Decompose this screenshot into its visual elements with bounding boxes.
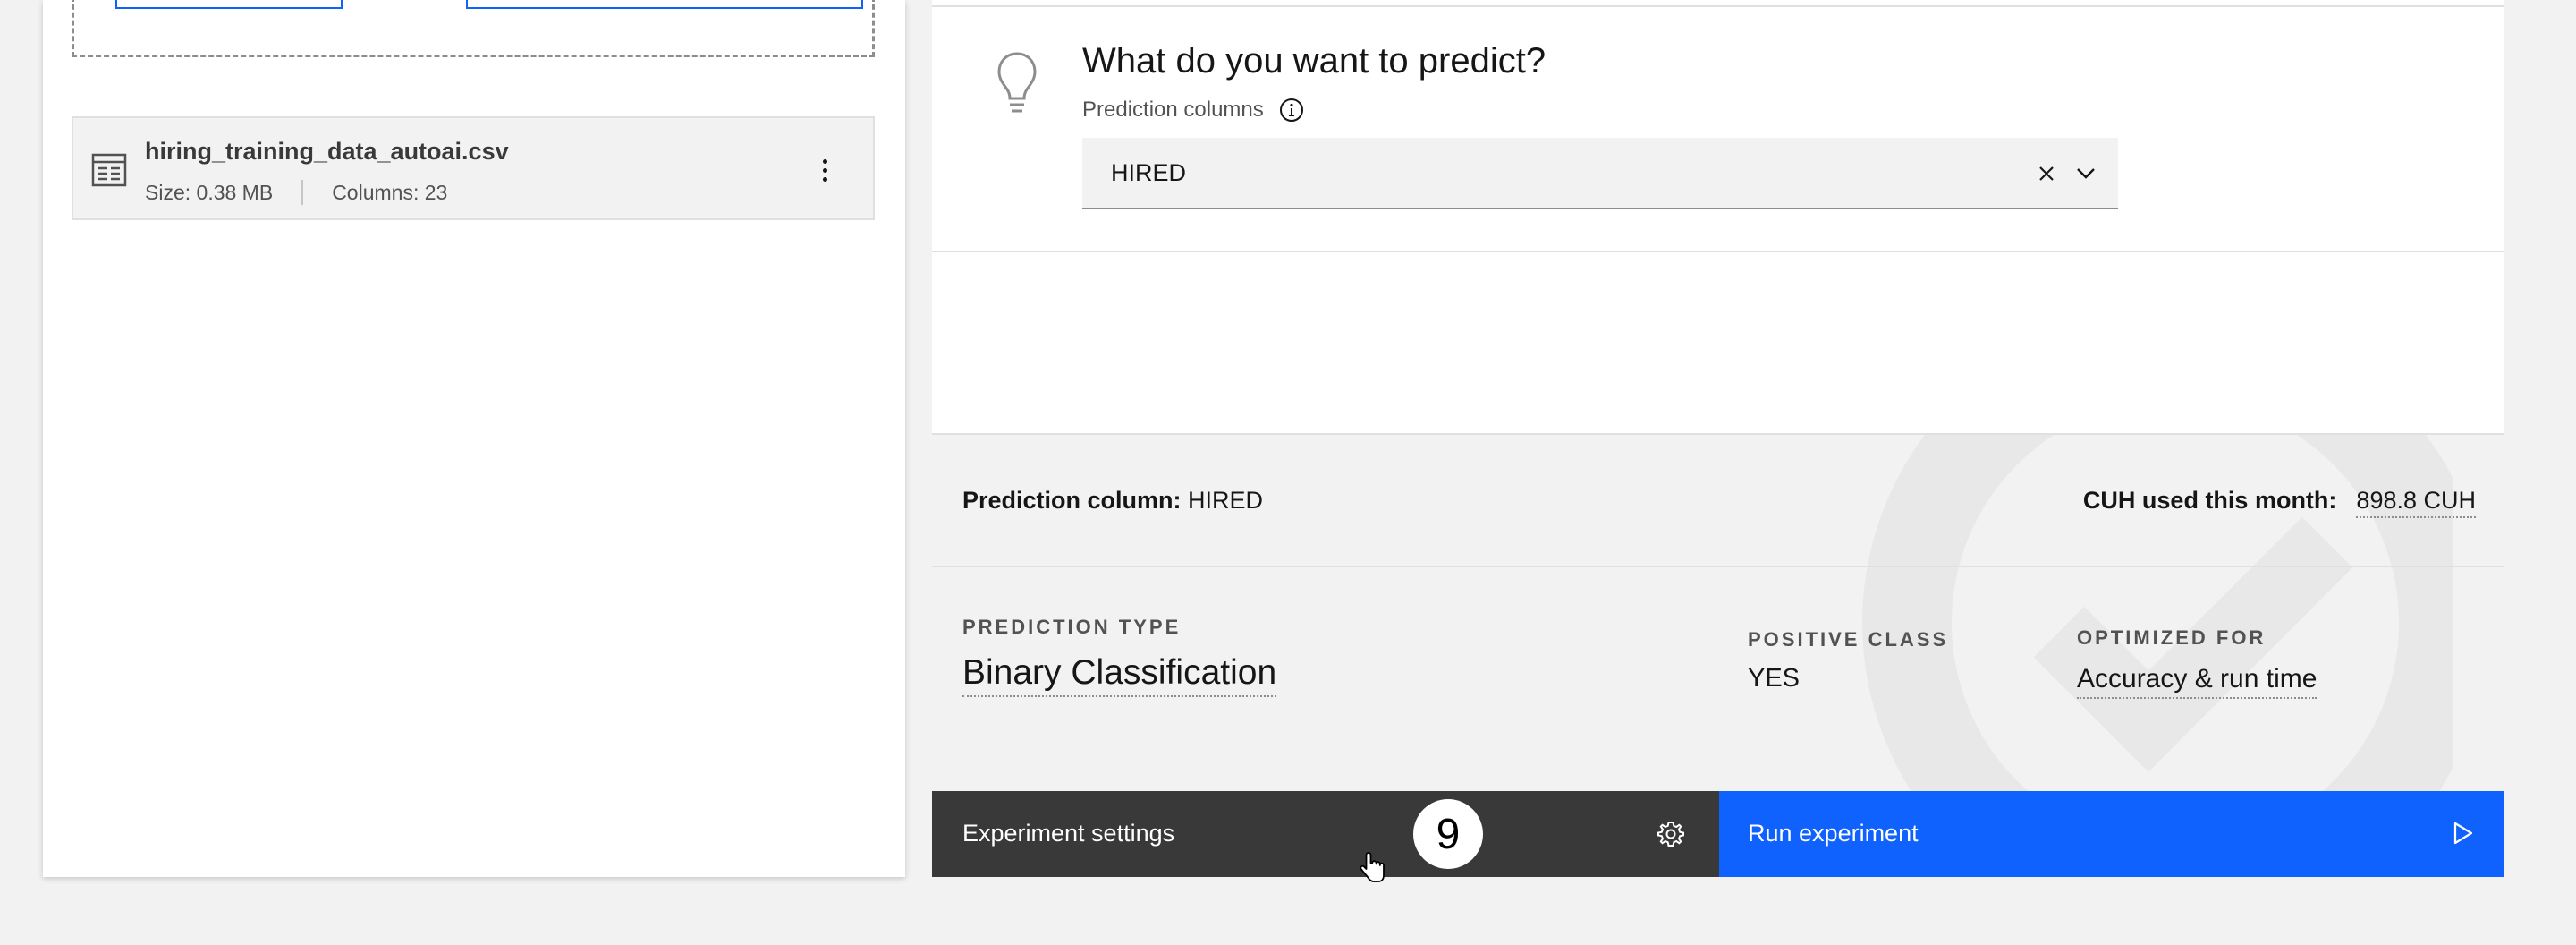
prediction-columns-label-row: Prediction columns (1082, 97, 1305, 123)
prediction-columns-label: Prediction columns (1082, 98, 1264, 122)
file-drop-zone[interactable] (72, 0, 875, 57)
experiment-settings-button[interactable]: Experiment settings (932, 791, 1719, 877)
summary-header-row: Prediction column: HIRED CUH used this m… (932, 435, 2504, 567)
browse-button[interactable] (115, 0, 343, 9)
cuh-value[interactable]: 898.8 CUH (2356, 487, 2476, 518)
prediction-section: What do you want to predict? Prediction … (932, 7, 2504, 252)
selected-column: HIRED (1111, 159, 1187, 186)
data-file-card[interactable]: hiring_training_data_autoai.csv Size: 0.… (72, 116, 875, 220)
prediction-column-value: HIRED (1188, 487, 1264, 514)
gear-icon (1657, 822, 1684, 847)
prediction-type-text: Binary Classification (962, 653, 1277, 697)
prediction-type-label: PREDICTION TYPE (962, 616, 1182, 638)
experiment-summary: Prediction column: HIRED CUH used this m… (932, 433, 2504, 791)
prediction-type-value[interactable]: Binary Classification (962, 653, 1277, 697)
table-icon (91, 153, 127, 187)
cuh-label: CUH used this month: (2082, 487, 2337, 514)
select-from-project-button[interactable] (466, 0, 863, 9)
close-icon[interactable] (2036, 163, 2057, 184)
positive-class-value: YES (1748, 664, 1801, 693)
overflow-menu-icon[interactable] (814, 154, 835, 186)
step-number-badge: 9 (1413, 799, 1483, 869)
app-root: hiring_training_data_autoai.csv Size: 0.… (0, 0, 2576, 945)
experiment-panel: What do you want to predict? Prediction … (932, 0, 2504, 877)
file-name: hiring_training_data_autoai.csv (145, 138, 509, 165)
pointer-cursor-icon (1360, 852, 1385, 882)
lightbulb-icon (997, 52, 1037, 113)
prediction-column-label: Prediction column: (962, 487, 1182, 514)
run-experiment-label: Run experiment (1748, 820, 1919, 847)
optimized-for-value[interactable]: Accuracy & run time (2077, 664, 2318, 699)
file-meta: Size: 0.38 MB Columns: 23 (145, 179, 447, 206)
prediction-column-summary: Prediction column: HIRED (962, 487, 1263, 515)
predict-heading: What do you want to predict? (1082, 41, 1546, 81)
optimized-for-label: OPTIMIZED FOR (2077, 626, 2267, 649)
info-icon[interactable] (1278, 97, 1305, 123)
prediction-column-select[interactable]: HIRED (1082, 138, 2118, 209)
data-source-panel: hiring_training_data_autoai.csv Size: 0.… (43, 0, 905, 877)
play-icon (2453, 822, 2473, 845)
cuh-summary: CUH used this month: 898.8 CUH (2083, 487, 2476, 518)
action-bar: Experiment settings Run experiment (932, 791, 2504, 877)
meta-divider (301, 180, 304, 205)
positive-class-label: POSITIVE CLASS (1748, 628, 1949, 651)
section-divider (932, 0, 2504, 7)
chevron-down-icon[interactable] (2073, 161, 2098, 186)
file-size: Size: 0.38 MB (145, 180, 274, 204)
experiment-settings-label: Experiment settings (962, 820, 1175, 847)
file-columns: Columns: 23 (332, 180, 448, 204)
optimized-for-text: Accuracy & run time (2077, 664, 2318, 699)
run-experiment-button[interactable]: Run experiment (1719, 791, 2504, 877)
